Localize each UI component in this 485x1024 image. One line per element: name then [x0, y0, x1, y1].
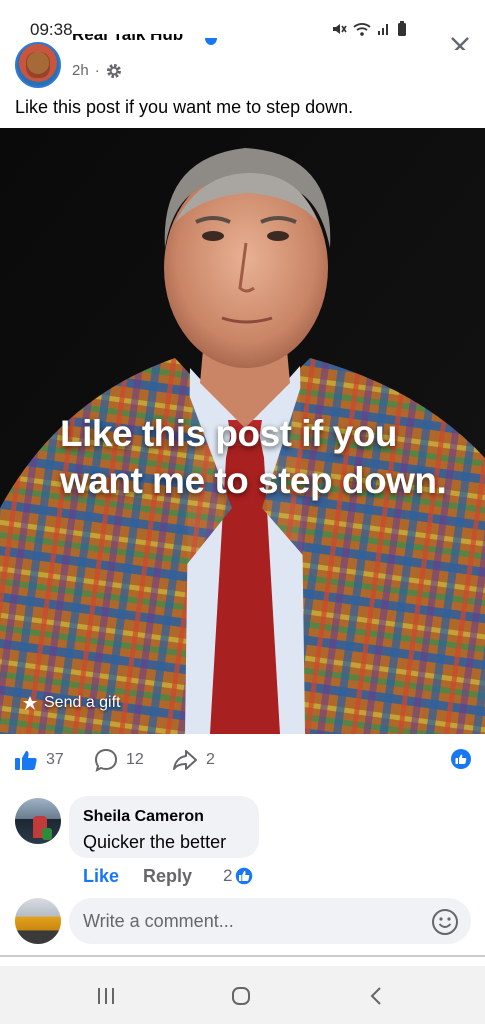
post-meta: 2h · — [72, 62, 122, 79]
post-header: Real Talk Hub 2h · — [0, 34, 485, 92]
meta-separator: · — [94, 62, 100, 79]
post-time[interactable]: 2h — [72, 62, 89, 79]
user-avatar[interactable] — [15, 898, 61, 944]
post-text: Like this post if you want me to step do… — [15, 97, 354, 117]
like-summary-icon[interactable] — [451, 749, 471, 769]
thumbs-up-badge-icon — [234, 866, 255, 886]
recents-icon[interactable] — [94, 984, 118, 1008]
comment-icon — [94, 748, 118, 772]
gear-icon — [106, 63, 121, 78]
comment-text: Quicker the better — [83, 832, 227, 852]
comment-reaction-count[interactable]: 2 — [223, 866, 255, 886]
thumbs-up-icon — [15, 751, 37, 770]
like-count: 37 — [46, 751, 64, 768]
comment-reaction-number: 2 — [223, 866, 233, 885]
page-avatar[interactable] — [15, 42, 61, 88]
comment-count: 12 — [126, 751, 144, 768]
share-button[interactable]: 2 — [172, 748, 215, 772]
home-icon[interactable] — [229, 984, 253, 1008]
comment-composer — [0, 896, 485, 952]
send-gift-label: Send a gift — [44, 694, 121, 711]
verified-icon — [205, 38, 217, 45]
share-count: 2 — [206, 751, 215, 768]
comment-input[interactable] — [69, 898, 471, 944]
close-icon[interactable] — [449, 36, 471, 50]
send-gift-button[interactable]: Send a gift — [22, 694, 121, 712]
comment-author[interactable]: Sheila Cameron — [83, 808, 204, 826]
emoji-icon[interactable] — [431, 908, 459, 936]
gift-icon — [23, 696, 37, 710]
thumbs-up-small-icon — [455, 754, 467, 764]
back-icon[interactable] — [365, 984, 389, 1008]
divider — [0, 955, 485, 957]
share-icon — [173, 750, 197, 770]
comment-actions: Like Reply — [83, 866, 192, 887]
image-caption: Like this post if you want me to step do… — [60, 410, 480, 504]
comment-item: Sheila Cameron Quicker the better Like R… — [0, 792, 485, 892]
image-caption-line-2: want me to step down. — [60, 460, 447, 501]
commenter-avatar[interactable] — [15, 798, 61, 844]
post-image[interactable]: Like this post if you want me to step do… — [0, 128, 485, 734]
comment-button[interactable]: 12 — [94, 748, 144, 772]
like-button[interactable]: 37 — [14, 748, 64, 772]
comment-reply-button[interactable]: Reply — [143, 866, 192, 887]
image-caption-line-1: Like this post if you — [60, 413, 397, 454]
system-nav-bar — [0, 966, 485, 1024]
page-name[interactable]: Real Talk Hub — [72, 34, 183, 48]
reactions-bar: 37 12 2 — [0, 740, 485, 784]
comment-like-button[interactable]: Like — [83, 866, 119, 887]
comment-bubble[interactable]: Sheila Cameron Quicker the better — [69, 796, 259, 858]
